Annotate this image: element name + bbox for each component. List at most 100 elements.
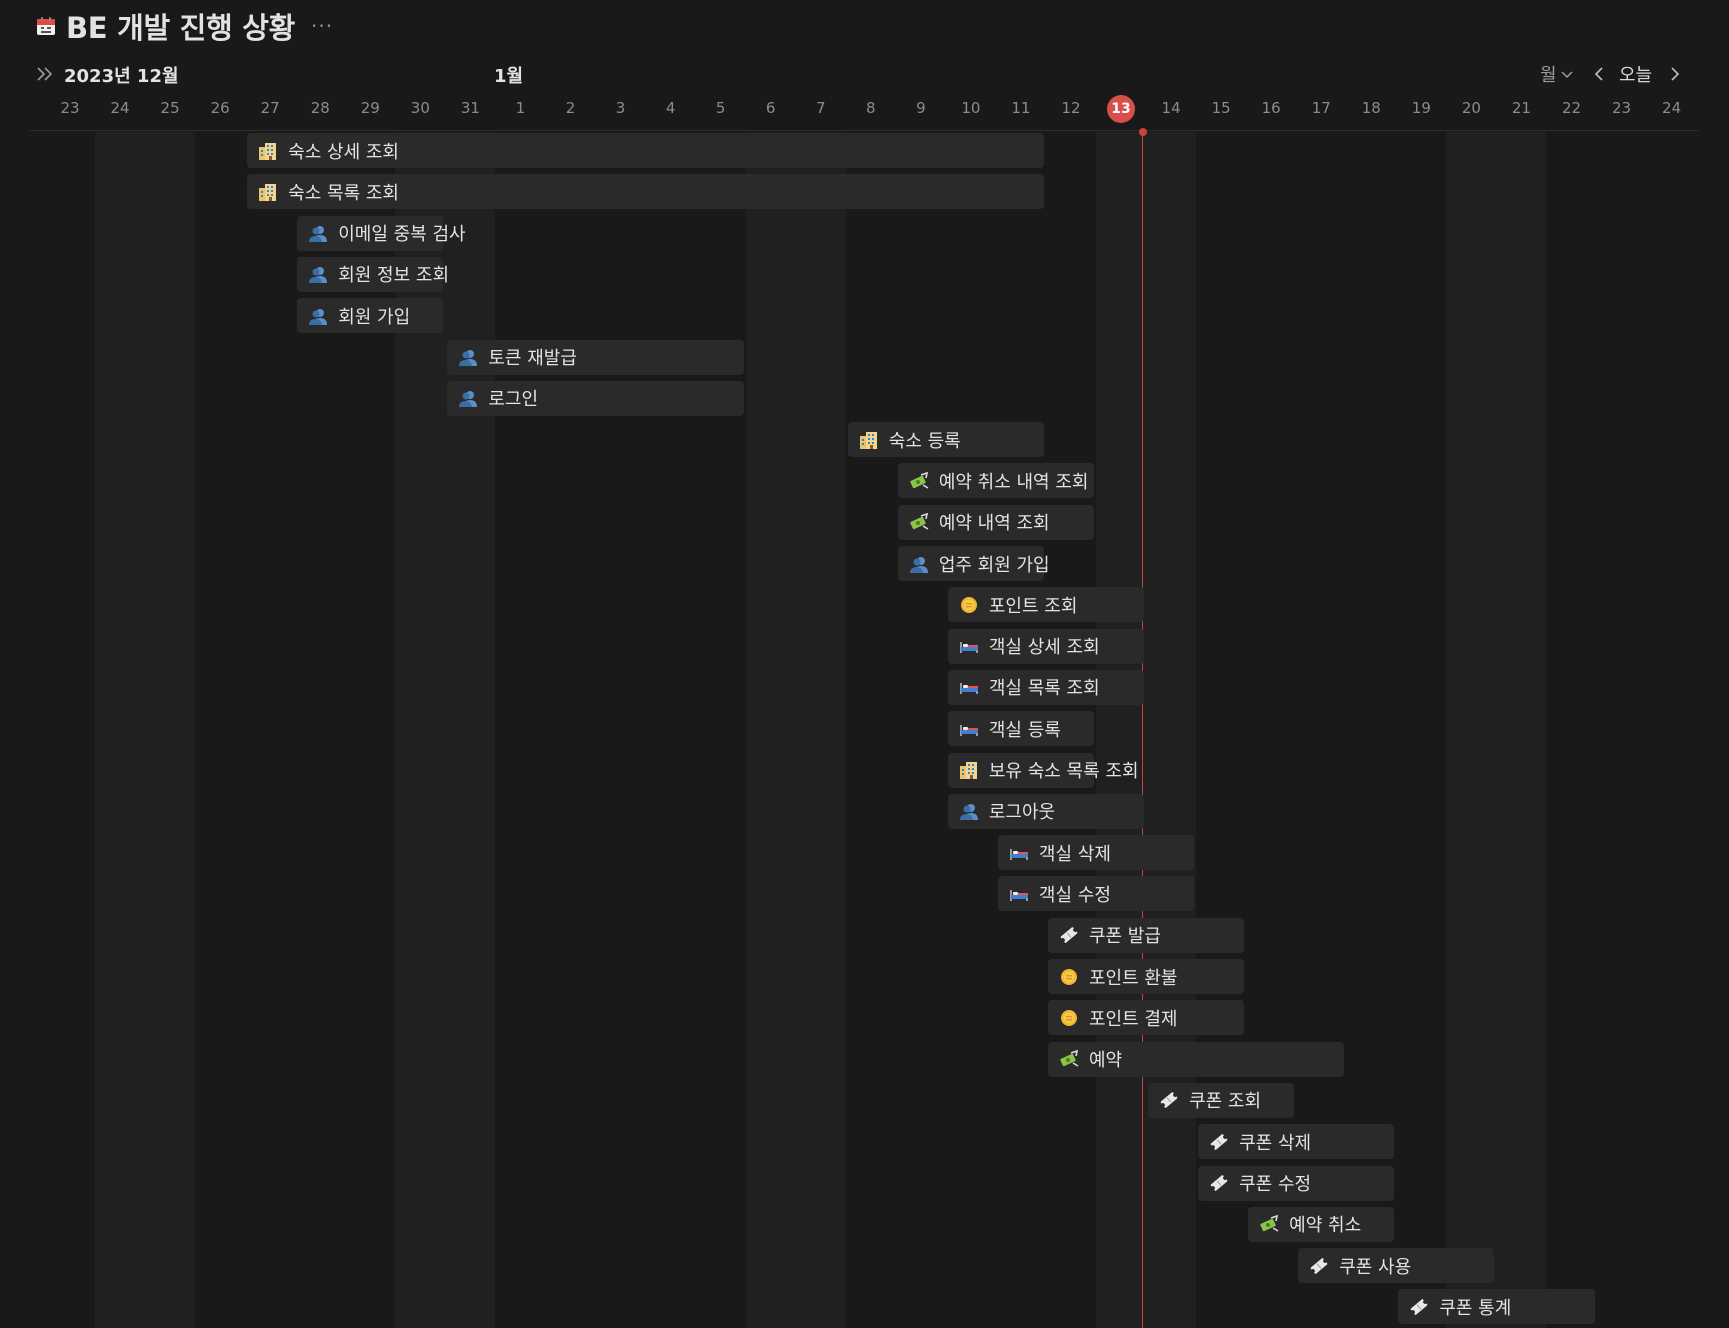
task-label: 로그아웃	[988, 802, 1056, 824]
task-bar-content: 쿠폰 발급	[1059, 918, 1161, 953]
day-label: 20	[1461, 99, 1481, 117]
day-label: 6	[765, 99, 776, 117]
day-label: 18	[1361, 99, 1381, 117]
task-bar[interactable]: 쿠폰 발급	[1047, 917, 1245, 953]
task-bar[interactable]: 숙소 목록 조회	[247, 174, 1044, 210]
task-bar[interactable]: 숙소 상세 조회	[247, 133, 1044, 168]
day-label: 3	[615, 99, 626, 117]
task-bar[interactable]: 쿠폰 수정	[1198, 1165, 1395, 1201]
task-bar[interactable]: 숙소 등록	[847, 422, 1044, 458]
task-bar[interactable]: 포인트 환불	[1047, 959, 1245, 994]
day-label: 23	[1612, 99, 1632, 117]
task-bar[interactable]: 객실 수정	[997, 876, 1195, 912]
day-label: 15	[1211, 99, 1231, 117]
task-bar[interactable]: 객실 상세 조회	[947, 628, 1145, 664]
task-label: 포인트 조회	[988, 595, 1078, 617]
task-bar[interactable]: 예약 취소 내역 조회	[897, 463, 1094, 499]
task-bar-content: 객실 목록 조회	[959, 670, 1100, 705]
day-label: 7	[815, 99, 826, 117]
task-label: 예약 내역 조회	[938, 513, 1050, 535]
task-label: 쿠폰 사용	[1339, 1256, 1412, 1278]
view-mode-dropdown[interactable]: 월	[1540, 61, 1573, 87]
task-bar-content: 업주 회원 가입	[909, 546, 1050, 581]
task-bar[interactable]: 토큰 재발급	[447, 339, 744, 375]
chevron-left-icon[interactable]	[1590, 64, 1608, 84]
task-bar[interactable]: 포인트 조회	[947, 587, 1145, 623]
bed-icon	[959, 719, 979, 739]
task-bar[interactable]: 로그인	[447, 380, 744, 416]
page-title: BE 개발 진행 상황	[66, 11, 295, 45]
task-label: 보유 숙소 목록 조회	[988, 761, 1139, 782]
weekend-column	[95, 132, 146, 1328]
task-bar[interactable]: 쿠폰 사용	[1298, 1248, 1495, 1284]
task-label: 이메일 중복 검사	[338, 224, 466, 246]
task-bar[interactable]: 쿠폰 조회	[1148, 1082, 1295, 1118]
task-bar[interactable]: 예약 내역 조회	[897, 504, 1094, 540]
task-bar[interactable]: 객실 등록	[947, 711, 1095, 747]
today-button[interactable]: 오늘	[1619, 61, 1652, 87]
task-label: 예약	[1088, 1050, 1123, 1072]
more-options-button[interactable]: ···	[311, 14, 333, 38]
task-bar-content: 포인트 결제	[1059, 1000, 1178, 1035]
day-label: 24	[1662, 99, 1682, 117]
task-bar[interactable]: 쿠폰 삭제	[1198, 1124, 1395, 1160]
day-label: 31	[460, 99, 480, 117]
current-month-label: 2023년 12월	[64, 66, 179, 87]
task-bar[interactable]: 예약 취소	[1248, 1206, 1395, 1242]
task-bar-content: 토큰 재발급	[458, 340, 577, 375]
building-icon	[859, 430, 879, 450]
task-bar-content: 회원 가입	[308, 298, 410, 333]
page-header: BE 개발 진행 상황 ···	[36, 6, 333, 46]
day-label: 4	[665, 99, 676, 117]
day-label: 30	[410, 99, 430, 117]
task-bar-content: 객실 상세 조회	[959, 629, 1100, 664]
double-chevron-right-icon[interactable]	[36, 66, 54, 82]
task-label: 쿠폰 발급	[1088, 926, 1161, 948]
task-label: 포인트 결제	[1088, 1008, 1178, 1030]
task-bar[interactable]: 업주 회원 가입	[897, 546, 1050, 581]
task-label: 쿠폰 삭제	[1239, 1132, 1312, 1154]
coin-icon	[1059, 1008, 1079, 1028]
ticket-icon	[1209, 1132, 1229, 1152]
task-bar[interactable]: 회원 정보 조회	[297, 256, 449, 292]
task-label: 객실 목록 조회	[988, 678, 1100, 700]
task-bar[interactable]: 예약	[1047, 1041, 1345, 1077]
task-bar-content: 객실 수정	[1009, 876, 1111, 911]
day-label: 11	[1011, 99, 1031, 117]
building-icon	[258, 182, 278, 202]
weekend-column	[445, 132, 496, 1328]
chevron-right-icon[interactable]	[1666, 64, 1684, 84]
weekend-column	[1096, 132, 1147, 1328]
money-icon	[1259, 1214, 1279, 1234]
day-label: 25	[160, 99, 180, 117]
calendar-icon	[37, 17, 55, 35]
person-icon	[308, 264, 328, 284]
day-label: 19	[1411, 99, 1431, 117]
day-label: 24	[110, 99, 130, 117]
task-bar-content: 예약 내역 조회	[909, 505, 1050, 540]
task-bar-content: 포인트 환불	[1059, 959, 1178, 994]
task-bar[interactable]: 이메일 중복 검사	[297, 215, 466, 251]
person-icon	[909, 554, 929, 574]
task-bar-content: 쿠폰 수정	[1209, 1166, 1311, 1201]
person-icon	[458, 388, 478, 408]
task-bar-content: 보유 숙소 목록 조회	[959, 753, 1139, 788]
task-bar-content: 로그인	[458, 381, 538, 416]
task-bar-content: 포인트 조회	[959, 587, 1078, 622]
task-label: 포인트 환불	[1088, 967, 1178, 989]
weekend-column	[1496, 132, 1547, 1328]
task-bar[interactable]: 보유 숙소 목록 조회	[947, 752, 1139, 788]
task-bar[interactable]: 객실 삭제	[997, 835, 1195, 871]
day-label: 16	[1261, 99, 1281, 117]
weekend-column	[1146, 132, 1197, 1328]
task-bar[interactable]: 쿠폰 통계	[1398, 1289, 1595, 1325]
task-bar[interactable]: 객실 목록 조회	[947, 669, 1145, 705]
task-bar[interactable]: 회원 가입	[297, 298, 444, 334]
day-label: 22	[1561, 99, 1582, 117]
task-bar-content: 회원 정보 조회	[308, 257, 449, 292]
task-bar[interactable]: 포인트 결제	[1047, 1000, 1245, 1036]
task-bar[interactable]: 로그아웃	[947, 793, 1145, 829]
bed-icon	[959, 677, 979, 697]
bed-icon	[959, 636, 979, 656]
task-bar-content: 숙소 목록 조회	[258, 174, 399, 209]
